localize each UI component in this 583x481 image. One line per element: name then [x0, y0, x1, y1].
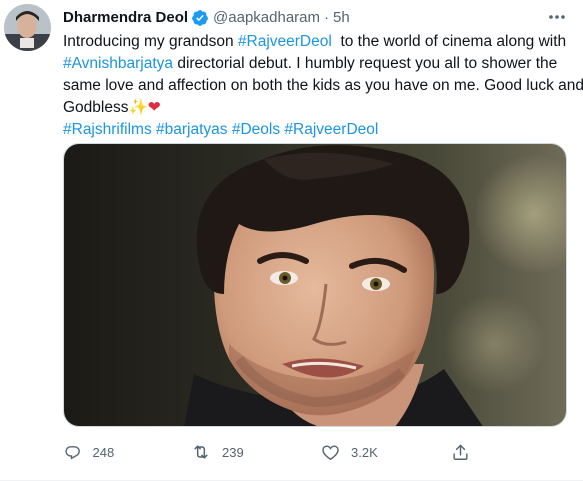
hashtag-link[interactable]: #barjatyas — [156, 121, 228, 138]
tweet-card[interactable]: Dharmendra Deol @aapkadharam · 5h Introd… — [0, 0, 583, 481]
dot-separator: · — [324, 9, 330, 26]
text-segment: to the world of cinema along with — [331, 33, 567, 50]
verified-badge-icon — [191, 9, 209, 27]
tweet-timestamp[interactable]: 5h — [333, 8, 350, 28]
reply-button[interactable]: 248 — [63, 441, 114, 463]
author-name[interactable]: Dharmendra Deol — [63, 8, 188, 28]
hashtag-link[interactable]: #Deols — [232, 121, 280, 138]
reply-icon — [65, 445, 80, 460]
avatar[interactable] — [4, 4, 51, 51]
share-icon — [453, 444, 468, 460]
text-segment: directorial debut. I humbly request you … — [173, 55, 558, 72]
text-segment: same love and affection on both the kids… — [63, 77, 583, 94]
heart-icon — [322, 444, 339, 460]
hashtag-link[interactable]: #RajveerDeol — [238, 33, 332, 50]
text-segment: Godbless — [63, 99, 129, 116]
hashtag-link[interactable]: #Avnishbarjatya — [63, 55, 173, 72]
tweet-header: Dharmendra Deol @aapkadharam · 5h — [63, 8, 350, 28]
author-handle[interactable]: @aapkadharam — [213, 8, 320, 28]
hashtag-link[interactable]: #Rajshrifilms — [63, 121, 152, 138]
retweet-button[interactable]: 239 — [191, 441, 244, 463]
retweet-count: 239 — [222, 444, 244, 460]
tweet-text: Introducing my grandson #RajveerDeol to … — [63, 31, 583, 141]
like-count: 3.2K — [351, 444, 378, 460]
text-segment: Introducing my grandson — [63, 33, 238, 50]
tweet-line: Godbless✨❤ — [63, 97, 571, 119]
like-button[interactable]: 3.2K — [321, 441, 378, 463]
hashtag-link[interactable]: #RajveerDeol — [284, 121, 378, 138]
more-horizontal-icon[interactable] — [544, 6, 570, 28]
red-heart-emoji: ❤ — [147, 99, 161, 116]
sparkles-emoji: ✨ — [128, 99, 148, 116]
retweet-icon — [194, 445, 208, 459]
tweet-actions: 248 239 3.2K — [63, 441, 571, 463]
share-button[interactable] — [451, 441, 481, 463]
tweet-photo[interactable] — [63, 143, 567, 427]
reply-count: 248 — [92, 444, 115, 460]
tweet-line: #Rajshrifilms #barjatyas #Deols #Rajveer… — [63, 119, 571, 141]
tweet-line: same love and affection on both the kids… — [63, 75, 583, 97]
tweet-line: Introducing my grandson #RajveerDeol to … — [63, 31, 571, 53]
tweet-line: #Avnishbarjatya directorial debut. I hum… — [63, 53, 571, 75]
